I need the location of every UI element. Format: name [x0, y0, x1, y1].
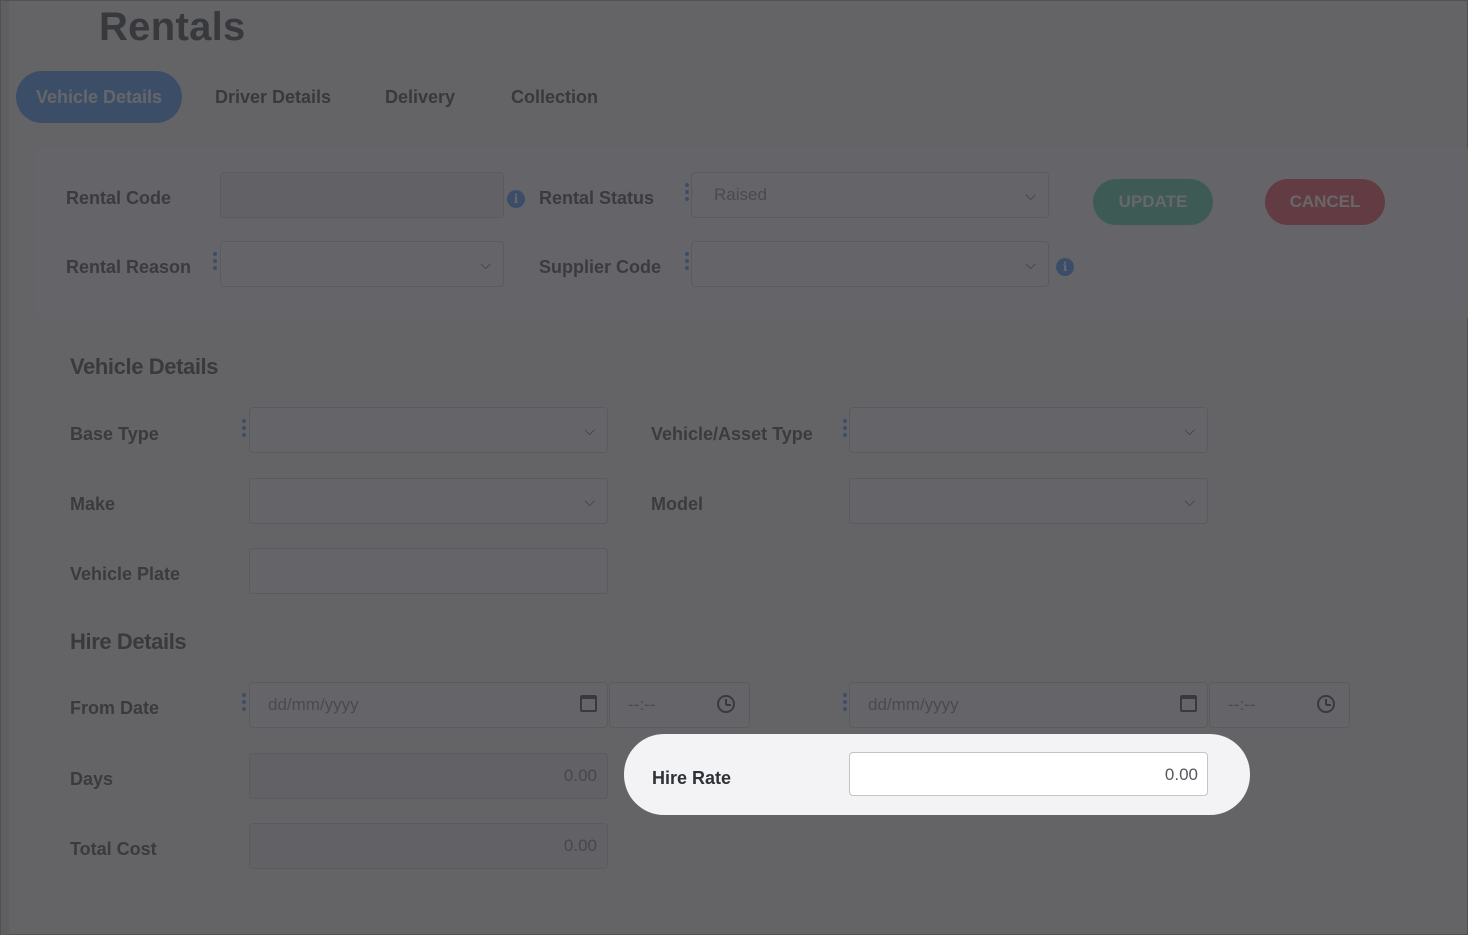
chevron-down-icon: ⌵: [584, 422, 595, 438]
chevron-down-icon: ⌵: [480, 256, 491, 272]
from-time-input[interactable]: --:--: [609, 682, 750, 728]
calendar-icon[interactable]: [580, 695, 597, 712]
to-time-input[interactable]: --:--: [1209, 682, 1350, 728]
hire-rate-label: Hire Rate: [652, 768, 732, 788]
kebab-icon[interactable]: [242, 693, 246, 711]
kebab-icon[interactable]: [213, 252, 217, 270]
rental-reason-label: Rental Reason: [66, 257, 192, 277]
days-input[interactable]: 0.00: [249, 753, 608, 799]
info-icon[interactable]: i: [507, 190, 525, 208]
base-type-label: Base Type: [70, 424, 159, 444]
base-type-select[interactable]: ⌵: [249, 407, 608, 453]
tab-collection[interactable]: Collection: [511, 71, 598, 123]
vehicle-details-heading: Vehicle Details: [70, 354, 219, 379]
update-button[interactable]: UPDATE: [1093, 179, 1213, 225]
cancel-button[interactable]: CANCEL: [1265, 179, 1385, 225]
vehicle-plate-label: Vehicle Plate: [70, 564, 181, 584]
kebab-icon[interactable]: [685, 183, 689, 201]
left-edge: [1, 1, 9, 935]
rental-reason-select[interactable]: ⌵: [220, 241, 504, 287]
to-date-placeholder: dd/mm/yyyy: [868, 695, 959, 714]
clock-icon[interactable]: [717, 695, 735, 713]
supplier-code-select[interactable]: ⌵: [691, 241, 1049, 287]
supplier-code-label: Supplier Code: [539, 257, 662, 277]
calendar-icon[interactable]: [1180, 695, 1197, 712]
from-date-label: From Date: [70, 698, 160, 718]
chevron-down-icon: ⌵: [1025, 187, 1036, 203]
hire-details-heading: Hire Details: [70, 629, 187, 654]
chevron-down-icon: ⌵: [1184, 493, 1195, 509]
hire-rate-spotlight: Hire Rate 0.00: [624, 734, 1250, 815]
kebab-icon[interactable]: [685, 252, 689, 270]
tab-driver-details[interactable]: Driver Details: [215, 71, 331, 123]
days-value: 0.00: [563, 766, 597, 785]
info-icon[interactable]: i: [1056, 258, 1074, 276]
tab-vehicle-details[interactable]: Vehicle Details: [16, 71, 183, 123]
rental-code-label: Rental Code: [66, 188, 172, 208]
total-cost-input[interactable]: 0.00: [249, 823, 608, 869]
total-cost-value: 0.00: [563, 836, 597, 855]
to-time-placeholder: --:--: [1228, 695, 1256, 714]
clock-icon[interactable]: [1317, 695, 1335, 713]
to-date-input[interactable]: dd/mm/yyyy: [849, 682, 1208, 728]
make-select[interactable]: ⌵: [249, 478, 608, 524]
chevron-down-icon: ⌵: [1184, 422, 1195, 438]
days-label: Days: [70, 769, 114, 789]
chevron-down-icon: ⌵: [1025, 256, 1036, 272]
kebab-icon[interactable]: [843, 693, 847, 711]
model-select[interactable]: ⌵: [849, 478, 1208, 524]
vehicle-asset-type-select[interactable]: ⌵: [849, 407, 1208, 453]
vehicle-asset-type-label: Vehicle/Asset Type: [651, 424, 813, 444]
from-date-input[interactable]: dd/mm/yyyy: [249, 682, 608, 728]
hire-rate-input[interactable]: 0.00: [849, 752, 1208, 796]
vehicle-plate-input[interactable]: [249, 548, 608, 594]
from-time-placeholder: --:--: [628, 695, 656, 714]
kebab-icon[interactable]: [242, 419, 246, 437]
page-title: Rentals: [99, 5, 246, 49]
kebab-icon[interactable]: [843, 419, 847, 437]
make-label: Make: [70, 494, 116, 514]
rental-status-label: Rental Status: [539, 188, 655, 208]
tab-delivery[interactable]: Delivery: [385, 71, 455, 123]
hire-rate-value: 0.00: [1164, 765, 1198, 784]
total-cost-label: Total Cost: [70, 839, 157, 859]
chevron-down-icon: ⌵: [584, 493, 595, 509]
from-date-placeholder: dd/mm/yyyy: [268, 695, 359, 714]
model-label: Model: [651, 494, 703, 514]
rental-status-value: Raised: [714, 185, 767, 204]
rental-code-input[interactable]: [220, 172, 504, 218]
rental-status-select[interactable]: Raised ⌵: [691, 172, 1049, 218]
